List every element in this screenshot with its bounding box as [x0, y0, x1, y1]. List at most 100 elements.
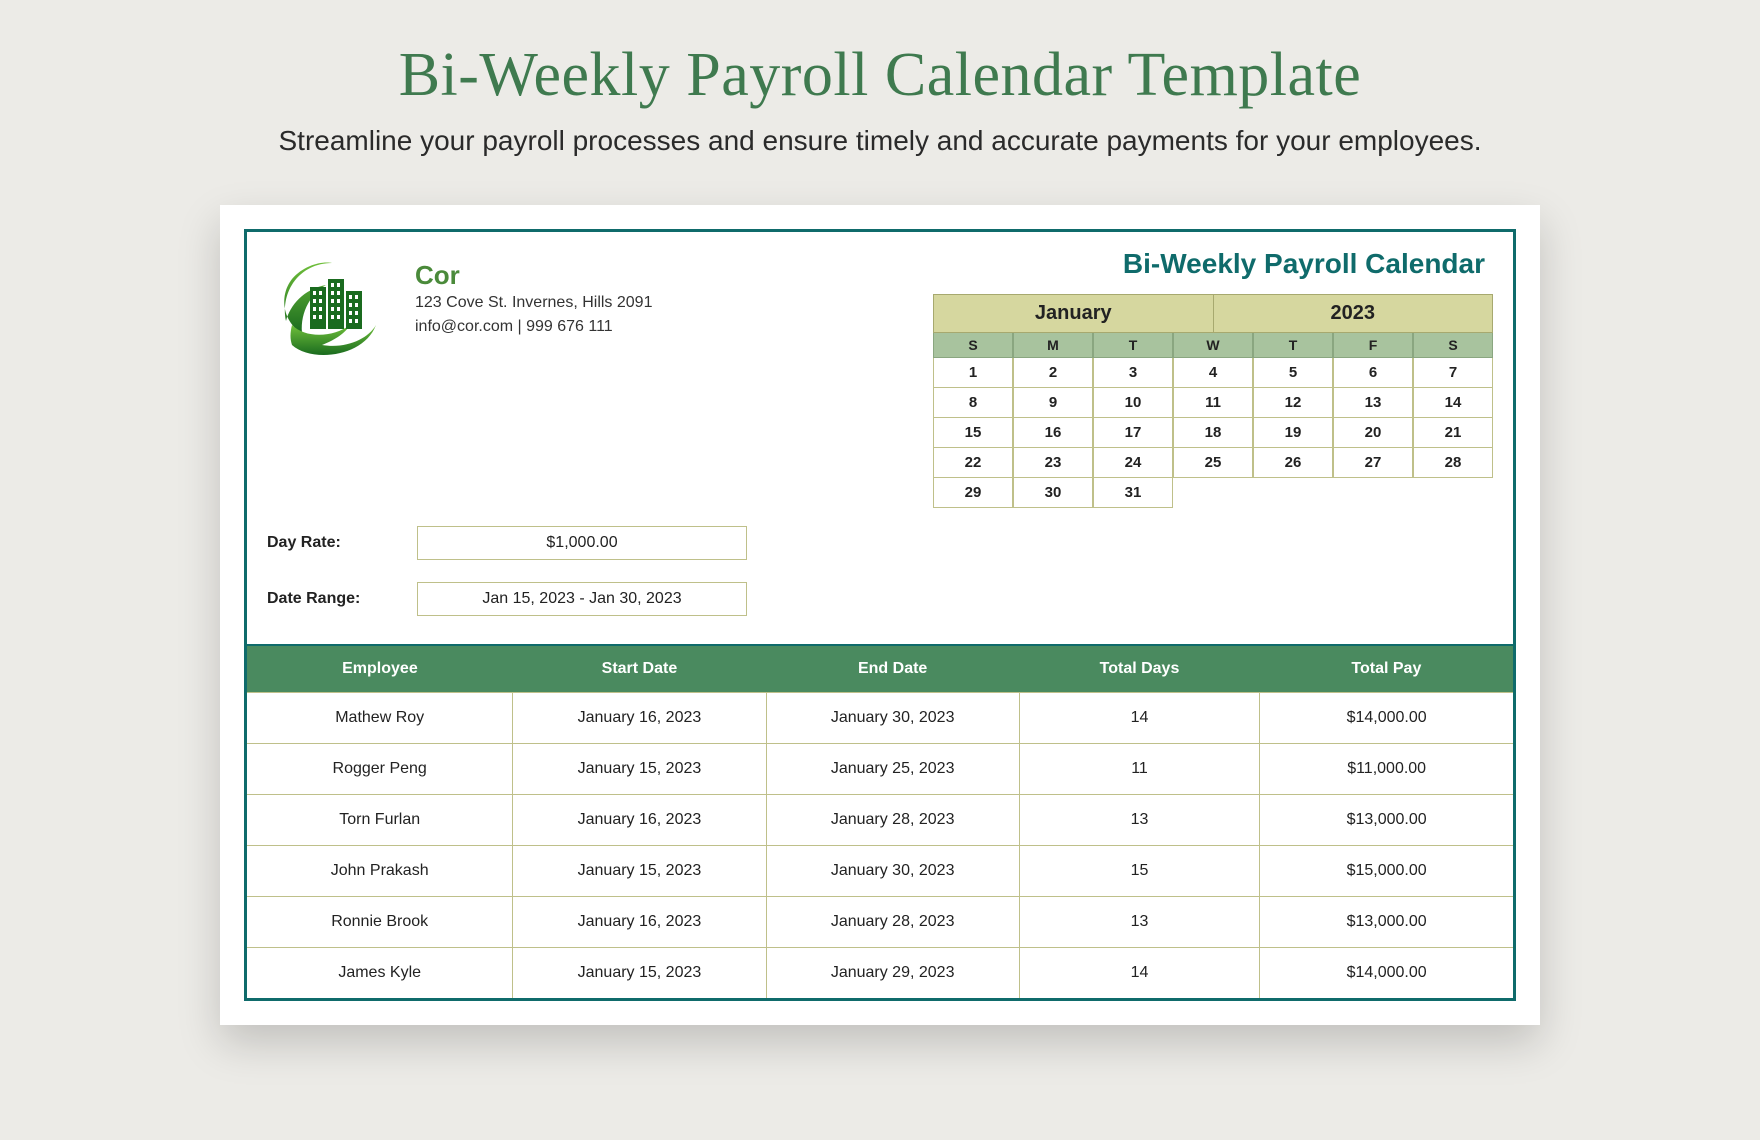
- cell-days: 14: [1019, 693, 1260, 744]
- calendar-day-cell[interactable]: 29: [933, 478, 1013, 508]
- calendar-day-cell[interactable]: 22: [933, 448, 1013, 478]
- calendar-day-cell[interactable]: 21: [1413, 418, 1493, 448]
- cell-days: 15: [1019, 846, 1260, 897]
- cell-start: January 16, 2023: [513, 795, 766, 846]
- th-end-date: End Date: [766, 645, 1019, 693]
- calendar-day-cell[interactable]: 20: [1333, 418, 1413, 448]
- calendar-day-cell[interactable]: 4: [1173, 358, 1253, 388]
- cell-pay: $13,000.00: [1260, 795, 1513, 846]
- calendar-day-cell[interactable]: 18: [1173, 418, 1253, 448]
- calendar-day-cell[interactable]: 14: [1413, 388, 1493, 418]
- calendar-day-cell[interactable]: 26: [1253, 448, 1333, 478]
- calendar-day-cell[interactable]: 17: [1093, 418, 1173, 448]
- cell-days: 13: [1019, 897, 1260, 948]
- calendar-dow-cell: F: [1333, 333, 1413, 358]
- date-range-label: Date Range:: [267, 590, 417, 608]
- calendar-year: 2023: [1214, 295, 1493, 332]
- cell-employee: James Kyle: [247, 948, 513, 999]
- cell-days: 13: [1019, 795, 1260, 846]
- cell-pay: $11,000.00: [1260, 744, 1513, 795]
- th-total-pay: Total Pay: [1260, 645, 1513, 693]
- table-row: Rogger PengJanuary 15, 2023January 25, 2…: [247, 744, 1513, 795]
- calendar-day-cell: [1413, 478, 1493, 508]
- cell-start: January 16, 2023: [513, 693, 766, 744]
- company-address: 123 Cove St. Invernes, Hills 2091: [415, 291, 652, 315]
- date-range-input[interactable]: Jan 15, 2023 - Jan 30, 2023: [417, 582, 747, 616]
- page-title: Bi-Weekly Payroll Calendar Template: [0, 40, 1760, 111]
- calendar-month: January: [934, 295, 1214, 332]
- cell-start: January 16, 2023: [513, 897, 766, 948]
- cell-end: January 30, 2023: [766, 693, 1019, 744]
- calendar-day-cell[interactable]: 31: [1093, 478, 1173, 508]
- cell-pay: $14,000.00: [1260, 693, 1513, 744]
- calendar-day-cell[interactable]: 5: [1253, 358, 1333, 388]
- th-employee: Employee: [247, 645, 513, 693]
- calendar-day-cell[interactable]: 19: [1253, 418, 1333, 448]
- th-total-days: Total Days: [1019, 645, 1260, 693]
- calendar-day-cell[interactable]: 27: [1333, 448, 1413, 478]
- table-row: John PrakashJanuary 15, 2023January 30, …: [247, 846, 1513, 897]
- company-contact: info@cor.com | 999 676 111: [415, 315, 652, 339]
- page-subtitle: Streamline your payroll processes and en…: [0, 125, 1760, 157]
- cell-employee: Rogger Peng: [247, 744, 513, 795]
- calendar-dow-cell: T: [1253, 333, 1333, 358]
- day-rate-label: Day Rate:: [267, 534, 417, 552]
- template-card: Cor 123 Cove St. Invernes, Hills 2091 in…: [220, 205, 1540, 1025]
- calendar-dow-cell: S: [1413, 333, 1493, 358]
- table-row: Mathew RoyJanuary 16, 2023January 30, 20…: [247, 693, 1513, 744]
- calendar-day-cell: [1173, 478, 1253, 508]
- company-logo-icon: [267, 248, 397, 378]
- calendar-day-cell[interactable]: 24: [1093, 448, 1173, 478]
- cell-employee: Mathew Roy: [247, 693, 513, 744]
- calendar-day-cell[interactable]: 8: [933, 388, 1013, 418]
- calendar-day-cell[interactable]: 9: [1013, 388, 1093, 418]
- cell-end: January 28, 2023: [766, 795, 1019, 846]
- calendar-day-cell[interactable]: 15: [933, 418, 1013, 448]
- cell-employee: John Prakash: [247, 846, 513, 897]
- calendar-day-cell[interactable]: 6: [1333, 358, 1413, 388]
- cell-start: January 15, 2023: [513, 744, 766, 795]
- cell-start: January 15, 2023: [513, 948, 766, 999]
- table-row: Ronnie BrookJanuary 16, 2023January 28, …: [247, 897, 1513, 948]
- calendar-day-cell[interactable]: 16: [1013, 418, 1093, 448]
- calendar-day-cell[interactable]: 25: [1173, 448, 1253, 478]
- calendar-grid: 1234567891011121314151617181920212223242…: [933, 358, 1493, 508]
- calendar-day-cell[interactable]: 3: [1093, 358, 1173, 388]
- calendar-day-cell[interactable]: 12: [1253, 388, 1333, 418]
- cell-pay: $15,000.00: [1260, 846, 1513, 897]
- calendar-day-cell[interactable]: 2: [1013, 358, 1093, 388]
- calendar-day-cell[interactable]: 13: [1333, 388, 1413, 418]
- calendar-weekdays: SMTWTFS: [933, 333, 1493, 358]
- payroll-table: Employee Start Date End Date Total Days …: [247, 644, 1513, 998]
- calendar-dow-cell: T: [1093, 333, 1173, 358]
- calendar-header: January 2023: [933, 294, 1493, 333]
- calendar-day-cell[interactable]: 11: [1173, 388, 1253, 418]
- cell-end: January 28, 2023: [766, 897, 1019, 948]
- calendar-day-cell: [1333, 478, 1413, 508]
- day-rate-input[interactable]: $1,000.00: [417, 526, 747, 560]
- calendar-day-cell[interactable]: 30: [1013, 478, 1093, 508]
- calendar-title: Bi-Weekly Payroll Calendar: [933, 248, 1493, 294]
- cell-days: 14: [1019, 948, 1260, 999]
- calendar-dow-cell: W: [1173, 333, 1253, 358]
- calendar-day-cell[interactable]: 23: [1013, 448, 1093, 478]
- calendar-day-cell[interactable]: 7: [1413, 358, 1493, 388]
- cell-employee: Torn Furlan: [247, 795, 513, 846]
- calendar-day-cell: [1253, 478, 1333, 508]
- cell-end: January 29, 2023: [766, 948, 1019, 999]
- cell-end: January 25, 2023: [766, 744, 1019, 795]
- th-start-date: Start Date: [513, 645, 766, 693]
- calendar-dow-cell: S: [933, 333, 1013, 358]
- payroll-sheet: Cor 123 Cove St. Invernes, Hills 2091 in…: [244, 229, 1516, 1001]
- company-name: Cor: [415, 260, 652, 291]
- table-row: James KyleJanuary 15, 2023January 29, 20…: [247, 948, 1513, 999]
- cell-end: January 30, 2023: [766, 846, 1019, 897]
- calendar-dow-cell: M: [1013, 333, 1093, 358]
- calendar-day-cell[interactable]: 1: [933, 358, 1013, 388]
- table-row: Torn FurlanJanuary 16, 2023January 28, 2…: [247, 795, 1513, 846]
- cell-pay: $14,000.00: [1260, 948, 1513, 999]
- calendar-day-cell[interactable]: 28: [1413, 448, 1493, 478]
- cell-pay: $13,000.00: [1260, 897, 1513, 948]
- cell-days: 11: [1019, 744, 1260, 795]
- calendar-day-cell[interactable]: 10: [1093, 388, 1173, 418]
